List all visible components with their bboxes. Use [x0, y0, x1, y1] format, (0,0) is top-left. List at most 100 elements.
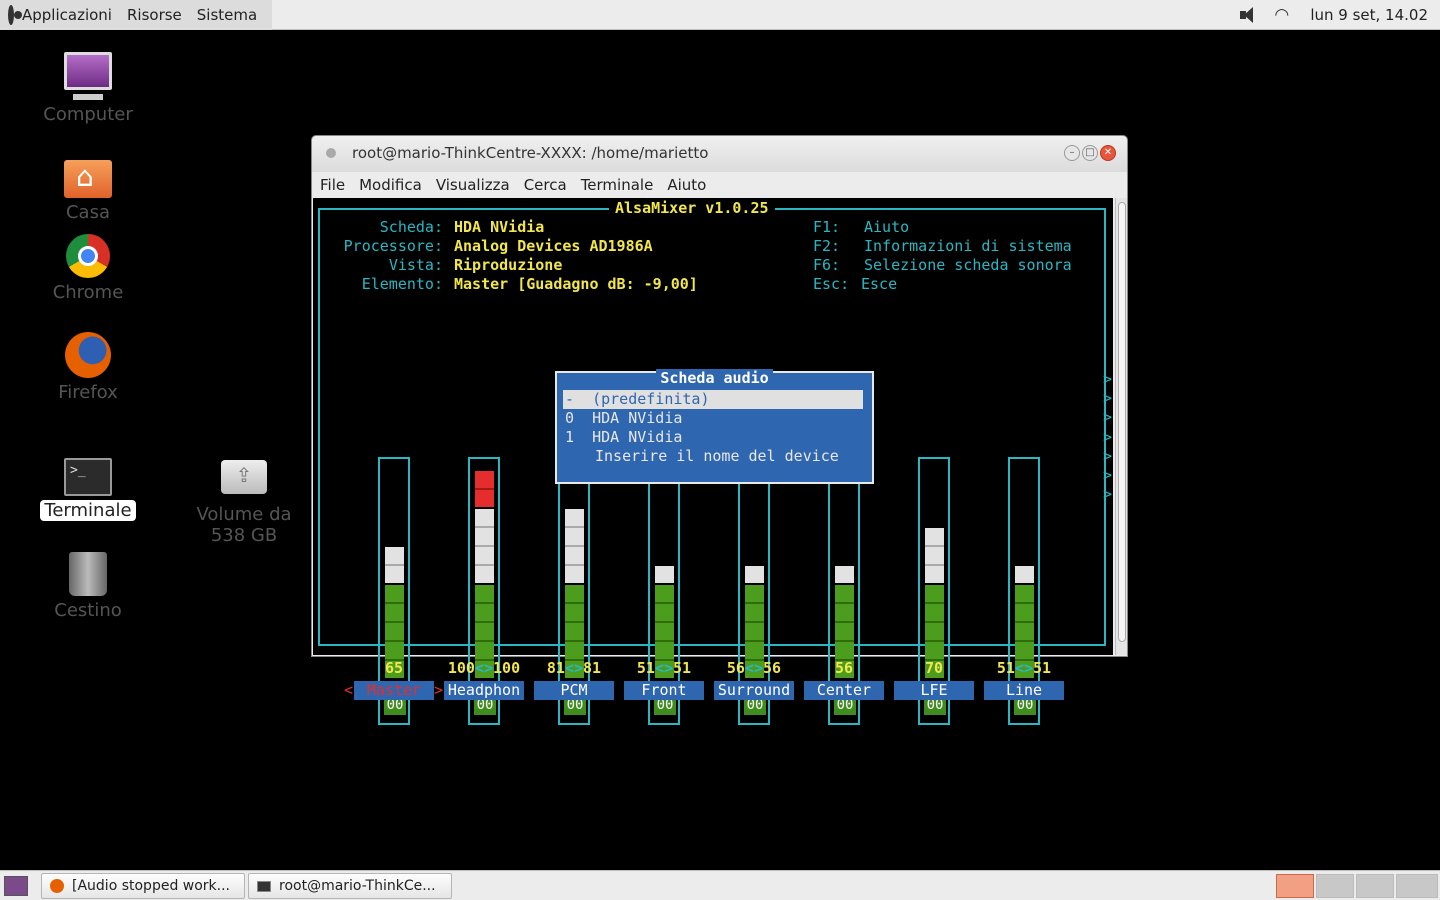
bottom-panel: [Audio stopped work... root@mario-ThinkC… [0, 870, 1440, 900]
workspace-2[interactable] [1316, 874, 1354, 898]
wifi-icon[interactable]: ◠ [1274, 6, 1296, 24]
taskbar-item-label: [Audio stopped work... [72, 878, 231, 894]
channel-value-line: 51<>51 [996, 659, 1052, 677]
menu-risorse[interactable]: Risorse [127, 6, 182, 24]
level-fill [835, 566, 854, 583]
dialog-item-prefix: 0 [565, 409, 575, 427]
level-fill [745, 566, 764, 583]
level-fill [655, 566, 674, 583]
level-fill [1015, 566, 1034, 583]
menu-visualizza[interactable]: Visualizza [436, 176, 510, 194]
taskbar-item-label: root@mario-ThinkCe... [279, 878, 436, 894]
channel-label-line[interactable]: Line [984, 681, 1064, 700]
indicator-area: ◠ lun 9 set, 14.02 [1238, 0, 1440, 30]
channel-label-pcm[interactable]: PCM [534, 681, 614, 700]
trash-icon [69, 552, 107, 596]
workspace-4[interactable] [1396, 874, 1438, 898]
level-fill [925, 528, 944, 583]
firefox-icon [65, 332, 111, 378]
window-title: root@mario-ThinkCentre-XXXX: /home/marie… [352, 144, 709, 162]
workspace-3[interactable] [1356, 874, 1394, 898]
channel-label-lfe[interactable]: LFE [894, 681, 974, 700]
show-desktop-icon[interactable] [4, 876, 28, 896]
channel-value-surround: 56<>56 [726, 659, 782, 677]
level-fill [565, 509, 584, 583]
menu-sistema[interactable]: Sistema [197, 6, 257, 24]
channel-value-center: 56 [834, 659, 854, 677]
close-button[interactable]: ✕ [1100, 145, 1116, 161]
volume-label-line1: Volume da [196, 504, 292, 525]
desktop-icon-cestino[interactable]: Cestino [28, 552, 148, 621]
desktop-icon-chrome[interactable]: Chrome [28, 234, 148, 303]
channel-label-surround[interactable]: Surround [714, 681, 794, 700]
terminal-icon: >_ [64, 458, 112, 496]
level-fill [475, 471, 494, 507]
window-menubar: File Modifica Visualizza Cerca Terminale… [312, 172, 1127, 198]
terminal-content[interactable]: AlsaMixer v1.0.25 Scheda: Processore: Vi… [313, 198, 1113, 725]
selected-channel-marker-left: < [344, 681, 354, 699]
desktop-icon-casa[interactable]: Casa [28, 160, 148, 223]
desktop-icon-firefox[interactable]: Firefox [28, 332, 148, 403]
minimize-button[interactable]: – [1064, 145, 1080, 161]
desktop-icon-label: Casa [65, 202, 110, 223]
firefox-icon [50, 879, 64, 893]
workspace-1[interactable] [1276, 874, 1314, 898]
menu-applicazioni[interactable]: Applicazioni [22, 6, 112, 24]
clock[interactable]: lun 9 set, 14.02 [1310, 6, 1428, 24]
dialog-item-prefix: - [565, 390, 575, 408]
desktop-icon-volume[interactable]: ⇪ Volume da 538 GB [184, 460, 304, 546]
channel-label-headphon[interactable]: Headphon [444, 681, 524, 700]
dialog-item-1[interactable]: 0 HDA NVidia [565, 409, 682, 428]
sound-card-dialog[interactable]: Scheda audio - (predefinita) 0 HDA NVidi… [555, 369, 874, 484]
dialog-item-label: (predefinita) [592, 390, 710, 408]
dialog-item-0[interactable]: - (predefinita) [565, 390, 710, 409]
desktop-icon-label: Firefox [58, 382, 118, 403]
menu-terminale[interactable]: Terminale [581, 176, 654, 194]
speaker-icon[interactable] [1238, 6, 1260, 24]
channel-label-center[interactable]: Center [804, 681, 884, 700]
channel-value-master: 65 [384, 659, 404, 677]
scroll-right-arrows[interactable]: > > > > > > > [1103, 370, 1112, 504]
usb-drive-icon: ⇪ [221, 460, 267, 494]
selected-channel-marker-right: > [434, 681, 444, 699]
channel-value-pcm: 81<>81 [546, 659, 602, 677]
taskbar-item-firefox[interactable]: [Audio stopped work... [41, 873, 245, 899]
menu-modifica[interactable]: Modifica [359, 176, 422, 194]
volume-label-line2: 538 GB [210, 525, 278, 546]
channel-label-front[interactable]: Front [624, 681, 704, 700]
terminal-icon [257, 881, 271, 892]
channel-value-lfe: 70 [924, 659, 944, 677]
dialog-item-3[interactable]: Inserire il nome del device [595, 447, 839, 466]
window-menu-icon[interactable] [326, 148, 336, 158]
channel-label-master[interactable]: Master [354, 681, 434, 700]
dialog-title: Scheda audio [656, 369, 773, 387]
dialog-item-label: HDA NVidia [592, 409, 683, 427]
level-fill [475, 509, 494, 583]
channel-value-headphon: 100<>100 [447, 659, 521, 677]
chrome-icon [66, 234, 110, 278]
desktop-icon-terminale[interactable]: >_ Terminale [28, 458, 148, 521]
desktop-icon-computer[interactable]: Computer [28, 52, 148, 125]
menu-cerca[interactable]: Cerca [524, 176, 567, 194]
computer-icon [64, 52, 112, 100]
channel-value-front: 51<>51 [636, 659, 692, 677]
top-panel: Applicazioni Risorse Sistema ◠ lun 9 set… [0, 0, 1440, 30]
taskbar-item-terminal[interactable]: root@mario-ThinkCe... [248, 873, 452, 899]
desktop-icon-label: Computer [43, 104, 133, 125]
ubuntu-logo-icon[interactable] [8, 5, 22, 25]
menu-aiuto[interactable]: Aiuto [667, 176, 706, 194]
maximize-button[interactable]: □ [1082, 145, 1098, 161]
top-menu: Applicazioni Risorse Sistema [0, 0, 272, 30]
home-folder-icon [64, 160, 112, 198]
dialog-item-label: HDA NVidia [592, 428, 683, 446]
scrollbar-thumb[interactable] [1118, 202, 1126, 642]
terminal-scrollbar[interactable] [1115, 198, 1127, 655]
menu-file[interactable]: File [320, 176, 345, 194]
dialog-item-label: Inserire il nome del device [595, 447, 839, 465]
dialog-item-prefix: 1 [565, 428, 575, 446]
desktop-icon-label: Terminale [40, 500, 136, 521]
desktop-icon-label: Chrome [52, 282, 124, 303]
dialog-item-2[interactable]: 1 HDA NVidia [565, 428, 682, 447]
window-titlebar[interactable]: root@mario-ThinkCentre-XXXX: /home/marie… [312, 136, 1127, 172]
terminal-window[interactable]: root@mario-ThinkCentre-XXXX: /home/marie… [311, 135, 1128, 725]
